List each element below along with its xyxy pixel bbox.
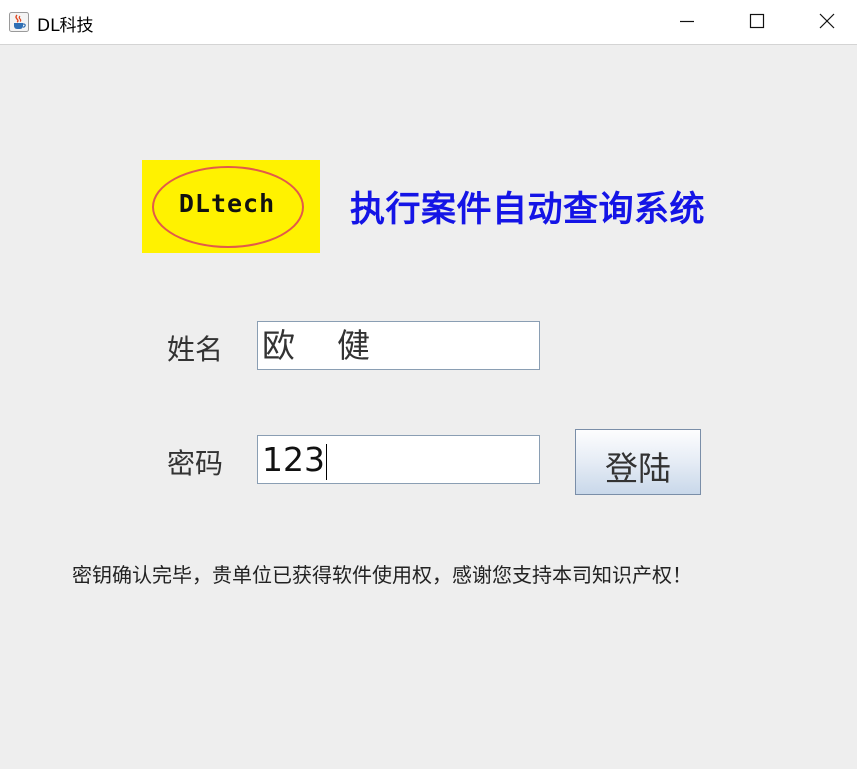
- minimize-icon: [680, 20, 694, 23]
- password-field[interactable]: 123: [257, 435, 540, 484]
- window-title: DL科技: [37, 16, 94, 36]
- text-caret: [326, 443, 327, 480]
- app-window: DL科技 DLtech 执行案件自动查询系统 姓名 欧 健 密码 123 登陆 …: [0, 0, 857, 769]
- logo-text: DLtech: [178, 189, 276, 218]
- name-field-value: 欧 健: [262, 326, 370, 365]
- password-field-value: 123: [262, 440, 327, 480]
- maximize-button[interactable]: [722, 0, 792, 44]
- login-button[interactable]: 登陆: [575, 429, 701, 495]
- password-label: 密码: [167, 447, 224, 480]
- close-button[interactable]: [792, 0, 857, 44]
- app-title: 执行案件自动查询系统: [350, 190, 706, 230]
- name-label: 姓名: [167, 333, 224, 366]
- maximize-icon: [749, 13, 765, 29]
- name-field[interactable]: 欧 健: [257, 321, 540, 370]
- title-bar[interactable]: DL科技: [0, 0, 857, 45]
- close-icon: [819, 13, 835, 29]
- login-button-label: 登陆: [605, 449, 671, 488]
- license-notice: 密钥确认完毕，贵单位已获得软件使用权，感谢您支持本司知识产权！: [72, 563, 692, 587]
- java-coffee-icon: [9, 12, 29, 32]
- minimize-button[interactable]: [652, 0, 722, 44]
- company-logo: DLtech: [142, 160, 320, 253]
- password-text: 123: [262, 440, 325, 479]
